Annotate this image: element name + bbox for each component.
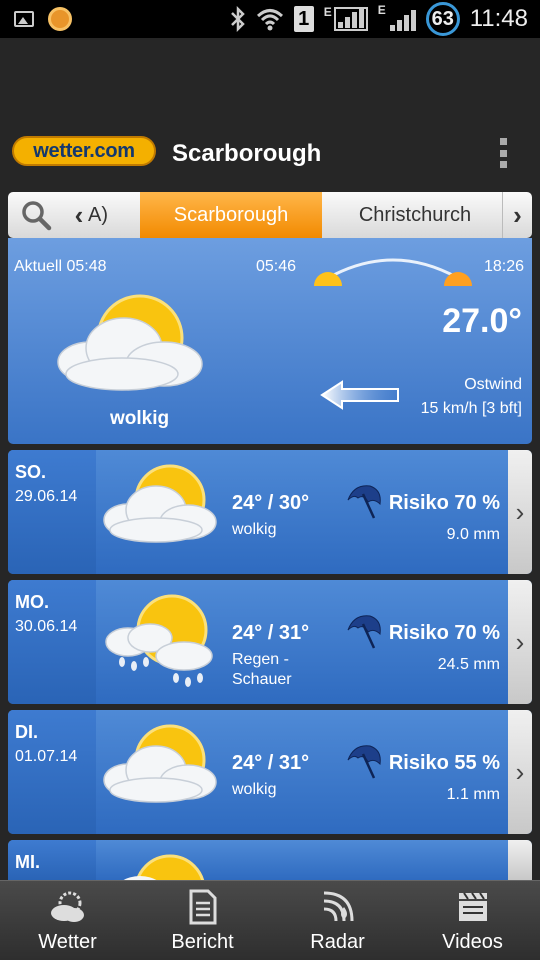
- tab-partial-location[interactable]: A): [88, 204, 108, 227]
- rain-amount: 24.5 mm: [437, 656, 500, 673]
- chevron-left-icon: ‹: [74, 199, 84, 230]
- day-condition: Regen - Schauer: [232, 650, 292, 690]
- day-detail-button[interactable]: ›: [508, 710, 532, 834]
- bottom-navigation: Wetter Bericht Radar Videos: [0, 880, 540, 960]
- day-detail-button[interactable]: ›: [508, 450, 532, 574]
- day-date: 29.06.14: [15, 488, 78, 505]
- day-header: MI.: [8, 840, 96, 880]
- wetter-logo[interactable]: wetter.com: [12, 136, 156, 166]
- day-name: SO.: [15, 462, 47, 482]
- rain-amount: 9.0 mm: [446, 526, 500, 543]
- chevron-right-icon: ›: [515, 756, 525, 787]
- day-temperature: 24° / 31°: [232, 622, 310, 644]
- rain-showers-icon: [100, 594, 220, 695]
- report-icon: [189, 889, 216, 925]
- current-weather-panel[interactable]: Aktuell 05:48 05:46 18:26 wolkig 27.0° O…: [8, 238, 532, 444]
- nav-radar[interactable]: Radar: [270, 881, 405, 960]
- tab-next-button[interactable]: ›: [502, 192, 532, 238]
- sunset-time: 18:26: [483, 258, 524, 275]
- overflow-menu-icon[interactable]: [496, 138, 510, 168]
- bluetooth-icon: [230, 6, 245, 32]
- status-bar: 1 E E 63 11:48: [0, 0, 540, 38]
- nav-videos[interactable]: Videos: [405, 881, 540, 960]
- sunrise-time: 05:46: [256, 258, 297, 275]
- chevron-right-icon: ›: [513, 199, 522, 230]
- search-icon: [22, 201, 52, 231]
- battery-indicator: 63: [425, 2, 460, 36]
- day-header: SO. 29.06.14: [8, 450, 96, 574]
- wind-speed-label: 15 km/h [3 bft]: [420, 400, 522, 417]
- forecast-day-row[interactable]: MI.: [8, 840, 532, 880]
- day-name: DI.: [15, 722, 39, 742]
- forecast-day-row[interactable]: SO. 29.06.14 24° / 30° wolkig Risiko 70 …: [8, 450, 532, 574]
- umbrella-icon: [347, 485, 381, 519]
- nav-wetter[interactable]: Wetter: [0, 881, 135, 960]
- nav-label: Radar: [310, 931, 365, 953]
- tab-next-location[interactable]: Christchurch: [328, 192, 502, 238]
- cloudy-sun-icon: [100, 724, 220, 819]
- nav-label: Wetter: [38, 931, 97, 953]
- nav-label: Videos: [442, 931, 503, 953]
- current-temperature: 27.0°: [442, 302, 522, 340]
- day-name: MO.: [15, 592, 49, 612]
- umbrella-icon: [347, 745, 381, 779]
- forecast-day-row[interactable]: DI. 01.07.14 24° / 31° wolkig Risiko 55 …: [8, 710, 532, 834]
- radar-icon: [323, 891, 353, 922]
- rain-risk: Risiko 70 %: [388, 492, 500, 514]
- clock: 11:48: [469, 5, 528, 32]
- day-name: MI.: [15, 852, 40, 872]
- page-title: Scarborough: [172, 140, 322, 167]
- day-detail-button[interactable]: ›: [508, 580, 532, 704]
- tab-active-location[interactable]: Scarborough: [140, 192, 322, 248]
- day-condition-line1: Regen -: [232, 651, 289, 668]
- forecast-day-row[interactable]: MO. 30.06.14 24° / 31° Regen - Schauer Ri…: [8, 580, 532, 704]
- cloudy-sun-icon: [52, 294, 208, 409]
- day-condition-line1: wolkig: [232, 521, 277, 538]
- day-condition: wolkig: [232, 780, 276, 800]
- nav-label: Bericht: [171, 931, 234, 953]
- signal-strength-icon: E: [324, 5, 368, 31]
- app-header: wetter.com Scarborough: [0, 120, 540, 182]
- cloudy-sun-icon: [100, 464, 220, 559]
- sun-arc-icon: [314, 258, 472, 286]
- wifi-icon: [256, 9, 283, 31]
- rain-risk: Risiko 70 %: [388, 622, 500, 644]
- signal-strength-icon-2: E: [378, 3, 416, 31]
- cloudy-sun-icon: [100, 854, 220, 880]
- search-button[interactable]: [8, 192, 64, 238]
- day-header: DI. 01.07.14: [8, 710, 96, 834]
- day-temperature: 24° / 30°: [232, 492, 310, 514]
- logo-text: wetter.com: [33, 140, 135, 162]
- umbrella-icon: [347, 615, 381, 649]
- day-condition: wolkig: [232, 520, 276, 540]
- day-temperature: 24° / 31°: [232, 752, 310, 774]
- location-tabs: ‹ A) Scarborough Christchurch ›: [8, 192, 532, 248]
- current-time-label: Aktuell 05:48: [14, 258, 107, 275]
- network-type-label-2: E: [377, 3, 386, 17]
- sim-slot-badge: 1: [293, 6, 314, 32]
- day-condition-line1: wolkig: [232, 781, 277, 798]
- weather-icon: [50, 891, 84, 922]
- day-condition-line2: Schauer: [232, 671, 292, 688]
- image-icon: [14, 11, 34, 27]
- chevron-right-icon: ›: [515, 626, 525, 657]
- day-detail-button[interactable]: [508, 840, 532, 880]
- day-header: MO. 30.06.14: [8, 580, 96, 704]
- rain-risk: Risiko 55 %: [388, 752, 500, 774]
- wind-direction-label: Ostwind: [464, 376, 522, 393]
- rain-amount: 1.1 mm: [446, 786, 500, 803]
- day-date: 30.06.14: [15, 618, 78, 635]
- wind-direction-icon: [320, 378, 400, 417]
- chevron-right-icon: ›: [515, 496, 525, 527]
- network-type-label: E: [323, 5, 332, 19]
- video-clapper-icon: [458, 892, 487, 921]
- nav-bericht[interactable]: Bericht: [135, 881, 270, 960]
- current-condition: wolkig: [110, 408, 170, 429]
- day-date: 01.07.14: [15, 748, 78, 765]
- app-notification-icon: [48, 7, 72, 31]
